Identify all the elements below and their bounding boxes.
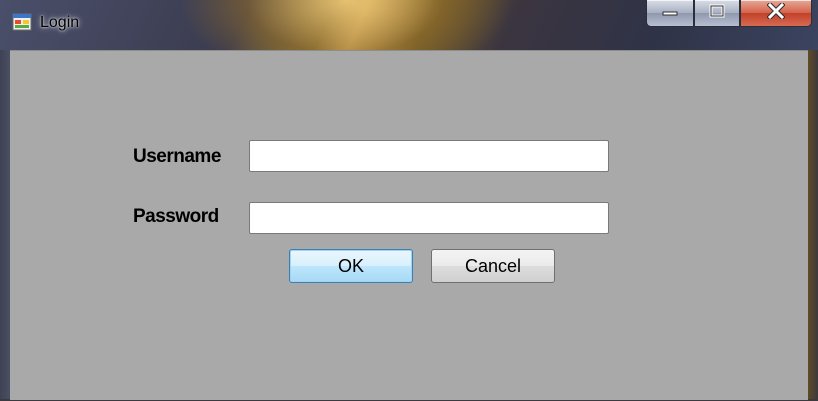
title-bar[interactable]: Login: [0, 0, 818, 50]
maximize-button[interactable]: [694, 0, 740, 27]
windows-form-icon[interactable]: [12, 12, 32, 32]
login-window: Login Username Password OK Cancel: [0, 0, 818, 401]
close-button[interactable]: [740, 0, 812, 27]
form-client-area: Username Password OK Cancel: [10, 50, 808, 400]
username-input[interactable]: [249, 140, 609, 172]
close-icon: [766, 0, 786, 24]
password-input[interactable]: [249, 202, 609, 234]
cancel-button[interactable]: Cancel: [431, 249, 555, 283]
maximize-icon: [708, 4, 726, 23]
minimize-icon: [661, 4, 679, 22]
ok-button[interactable]: OK: [289, 249, 413, 283]
window-title: Login: [40, 14, 80, 31]
caption-buttons: [646, 0, 812, 27]
window-frame-right: [808, 50, 818, 401]
window-frame-left: [0, 50, 10, 401]
minimize-button[interactable]: [646, 0, 694, 27]
password-label: Password: [133, 206, 219, 227]
username-label: Username: [133, 146, 221, 167]
